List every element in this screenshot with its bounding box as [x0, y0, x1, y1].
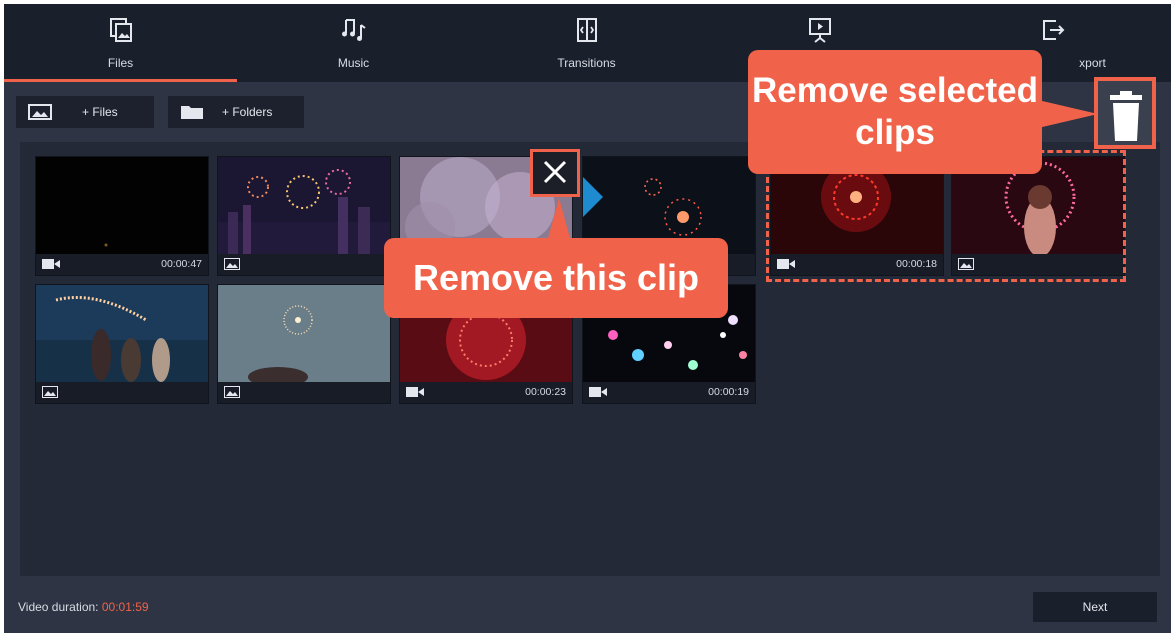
- folder-icon: [181, 106, 203, 119]
- close-icon: [543, 160, 567, 184]
- clip-thumbnail: [218, 285, 390, 382]
- tab-label: Transitions: [557, 56, 616, 70]
- callout-pointer: [1038, 100, 1098, 128]
- export-icon: [1042, 20, 1064, 40]
- clip-info-bar: [218, 382, 390, 403]
- clip-info-bar: [218, 254, 390, 275]
- active-tab-indicator: [4, 79, 237, 82]
- clip-info-bar: [36, 382, 208, 403]
- next-button[interactable]: Next: [1033, 592, 1157, 622]
- video-icon: [406, 387, 424, 397]
- clip-info-bar: 00:00:47: [36, 254, 208, 275]
- video-duration-label: Video duration:: [18, 600, 99, 614]
- trash-icon: [1110, 91, 1142, 141]
- clip-info-bar: 00:00:23: [400, 382, 572, 403]
- remove-selected-callout: Remove selected clips: [748, 50, 1042, 174]
- tab-music[interactable]: Music: [237, 4, 470, 82]
- delete-selected-button[interactable]: [1094, 77, 1156, 149]
- remove-clip-button[interactable]: [530, 149, 580, 197]
- add-files-label: + Files: [82, 105, 118, 119]
- tab-files[interactable]: Files: [4, 4, 237, 82]
- video-duration: Video duration: 00:01:59: [18, 600, 149, 614]
- video-icon: [589, 387, 607, 397]
- clip-thumbnail: [218, 157, 390, 254]
- clip-duration: 00:00:19: [708, 386, 749, 398]
- clip-duration: 00:00:47: [161, 258, 202, 270]
- clip-item[interactable]: 00:00:47: [35, 156, 209, 276]
- clip-duration: 00:00:23: [525, 386, 566, 398]
- video-duration-value: 00:01:59: [101, 600, 149, 614]
- tab-transitions[interactable]: Transitions: [470, 4, 703, 82]
- add-folders-label: + Folders: [222, 105, 273, 119]
- slideshow-icon: [808, 18, 831, 43]
- music-icon: [341, 19, 366, 41]
- add-folders-button[interactable]: + Folders: [168, 96, 304, 128]
- clip-item[interactable]: [35, 284, 209, 404]
- clip-thumbnail: [36, 285, 208, 382]
- video-icon: [42, 259, 60, 269]
- callout-pointer: [547, 198, 571, 242]
- transitions-icon: [576, 18, 597, 42]
- image-icon: [42, 386, 58, 398]
- remove-this-clip-callout: Remove this clip: [384, 238, 728, 318]
- clip-item[interactable]: [217, 156, 391, 276]
- image-icon: [224, 386, 240, 398]
- files-icon: [109, 18, 132, 42]
- clip-info-bar: 00:00:19: [583, 382, 755, 403]
- clip-thumbnail: [36, 157, 208, 254]
- tab-label: Files: [107, 56, 134, 70]
- clip-item[interactable]: [217, 284, 391, 404]
- tab-label: Music: [337, 56, 370, 70]
- add-files-button[interactable]: + Files: [16, 96, 154, 128]
- image-icon: [28, 104, 52, 120]
- image-icon: [224, 258, 240, 270]
